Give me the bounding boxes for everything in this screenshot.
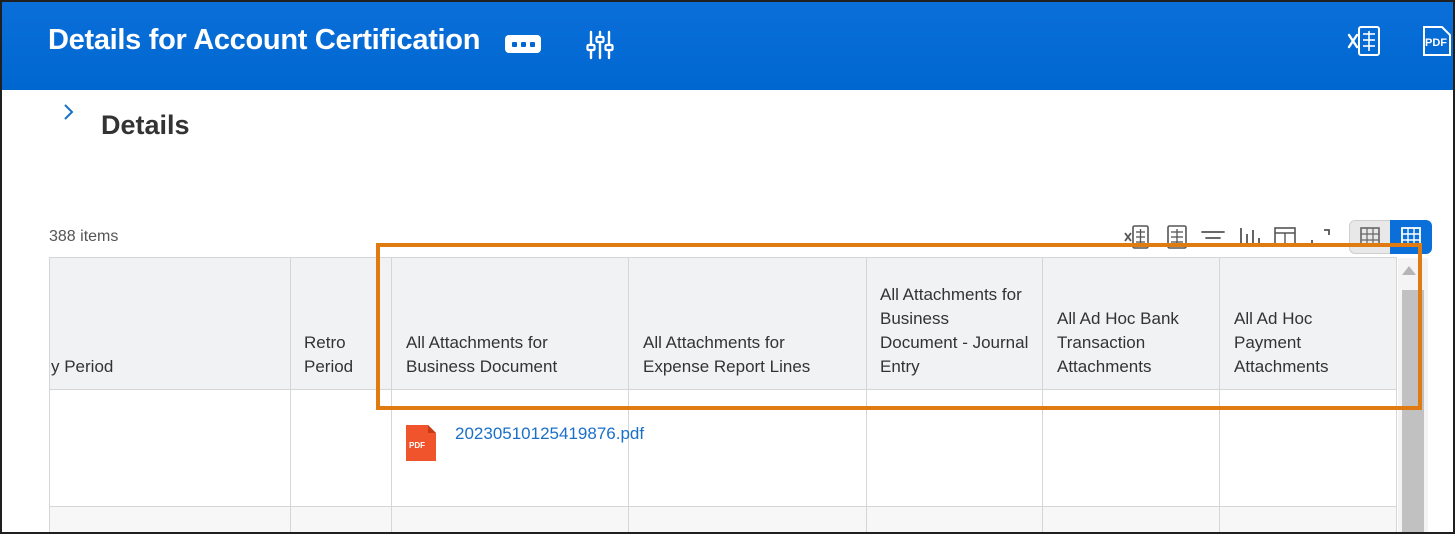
table-row[interactable]	[49, 506, 1397, 532]
page-header: Details for Account Certification PDF	[2, 2, 1453, 90]
items-count: 388 items	[49, 228, 119, 245]
pdf-file-label: PDF	[409, 441, 425, 450]
related-actions-icon[interactable]	[585, 29, 615, 61]
pdf-icon-label: PDF	[1425, 37, 1447, 49]
column-header-period[interactable]: y Period	[51, 355, 281, 379]
section-title: Details	[101, 110, 190, 140]
export-pdf-icon[interactable]: PDF	[1418, 24, 1452, 58]
column-divider	[290, 258, 291, 532]
attachment-file-link[interactable]: 20230510125419876.pdf	[455, 422, 644, 446]
highlight-box	[376, 243, 1422, 410]
export-excel-icon[interactable]	[1346, 24, 1382, 58]
row-divider	[49, 506, 1397, 507]
page-title: Details for Account Certification	[48, 24, 481, 56]
app-window: Details for Account Certification PDF De…	[0, 0, 1455, 534]
column-divider	[49, 258, 50, 532]
pdf-file-icon[interactable]: PDF	[406, 425, 436, 461]
chevron-right-icon[interactable]	[62, 102, 76, 122]
more-icon[interactable]	[505, 35, 541, 53]
column-header-retro-period[interactable]: Retro Period	[304, 331, 384, 379]
